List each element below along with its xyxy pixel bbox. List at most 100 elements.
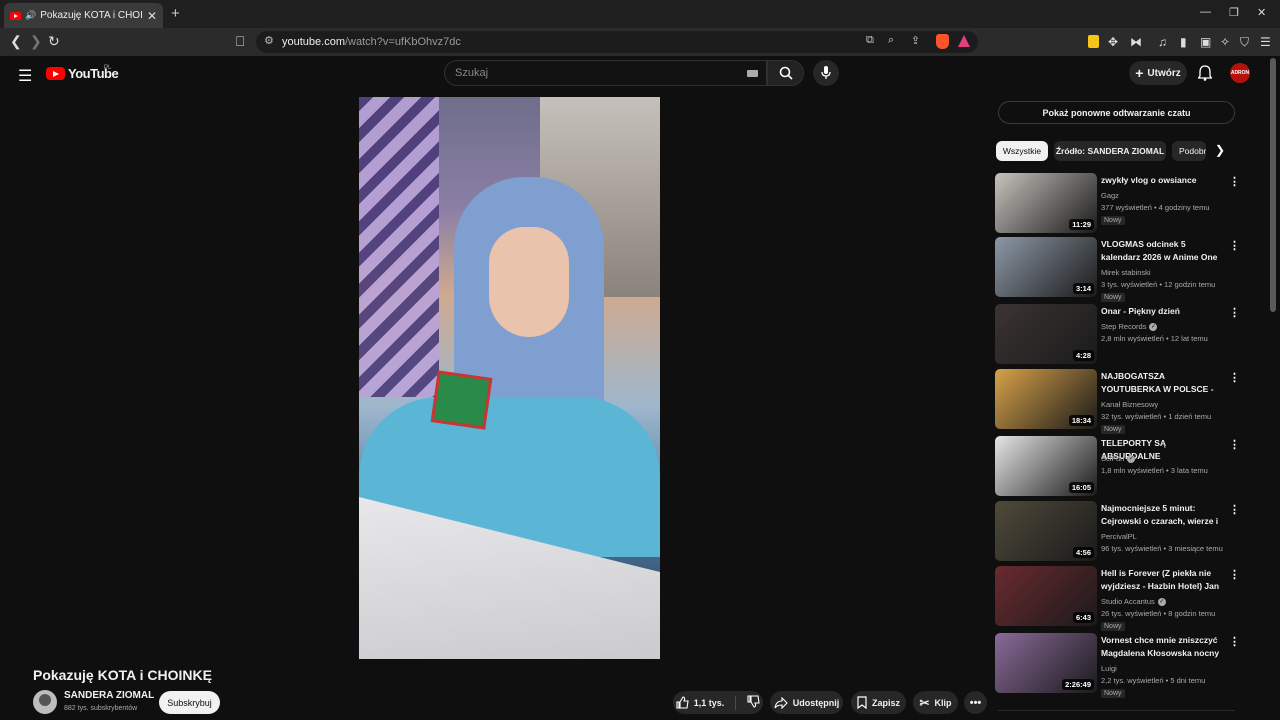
account-avatar[interactable]: ADRON: [1230, 63, 1250, 83]
channel-name[interactable]: Kanał Biznesowy: [1101, 400, 1158, 409]
wallet-icon[interactable]: ▣: [1200, 35, 1211, 49]
channel-name[interactable]: Gagz: [1101, 191, 1119, 200]
voice-search-button[interactable]: [813, 60, 839, 86]
channel-name[interactable]: SciFun ✓: [1101, 454, 1136, 464]
channel-name[interactable]: PercivalPL: [1101, 532, 1137, 541]
leo-ai-icon[interactable]: ✧: [1220, 35, 1230, 49]
site-info-icon[interactable]: ⚙: [264, 34, 274, 47]
recommendation-item[interactable]: 18:34 NAJBOGATSZA YOUTUBERKA W POLSCE - J…: [995, 369, 1240, 434]
reload-icon[interactable]: ↻: [48, 33, 60, 50]
chip-all[interactable]: Wszystkie: [996, 141, 1048, 161]
channel-name-text: Luigi: [1101, 664, 1117, 673]
video-thumbnail[interactable]: 4:56: [995, 501, 1097, 561]
chip-source[interactable]: Źródło: SANDERA ZIOMAL: [1054, 141, 1166, 161]
recommendation-item[interactable]: 3:14 VLOGMAS odcinek 5 kalendarz 2026 w A…: [995, 237, 1240, 302]
video-thumbnail[interactable]: 11:29: [995, 173, 1097, 233]
address-bar[interactable]: ⚙ youtube.com/watch?v=ufKbOhvz7dc ⧉ ⌕ ⇪: [256, 31, 978, 53]
more-vertical-icon[interactable]: ⋮: [1229, 175, 1240, 188]
video-thumbnail[interactable]: 18:34: [995, 369, 1097, 429]
search-input[interactable]: Szukaj: [444, 60, 767, 86]
channel-name[interactable]: Studio Accantus ✓: [1101, 597, 1166, 607]
dislike-button[interactable]: [747, 695, 760, 710]
channel-name[interactable]: Luigi: [1101, 664, 1117, 673]
extension-yellow-icon[interactable]: [1088, 35, 1099, 48]
zoom-icon[interactable]: ⌕: [888, 34, 894, 47]
share-button[interactable]: Udostępnij: [770, 691, 843, 714]
recommendation-item[interactable]: 6:43 Hell is Forever (Z piekła nie wyjdzi…: [995, 566, 1240, 631]
video-title[interactable]: Hell is Forever (Z piekła nie wyjdziesz …: [1101, 567, 1223, 592]
sidebar-icon[interactable]: ▮: [1180, 35, 1187, 49]
video-frame-shape: [489, 227, 569, 337]
maximize-icon[interactable]: ❐: [1229, 6, 1239, 19]
video-title[interactable]: Vornest chce mnie zniszczyć Magdalena Kł…: [1101, 634, 1223, 659]
recommendation-item[interactable]: 4:56 Najmocniejsze 5 minut: Cejrowski o c…: [995, 501, 1240, 561]
new-tab-button[interactable]: +: [171, 5, 180, 22]
channel-name[interactable]: Step Records ✓: [1101, 322, 1158, 332]
video-thumbnail[interactable]: 2:26:49: [995, 633, 1097, 693]
more-vertical-icon[interactable]: ⋮: [1229, 635, 1240, 648]
browser-tab[interactable]: 🔊 Pokazuję KOTA i CHOINKĘ - YouTube ✕: [4, 3, 163, 28]
minimize-icon[interactable]: —: [1200, 6, 1211, 18]
extension-puzzle-icon[interactable]: ✥: [1108, 35, 1118, 49]
recommendation-item[interactable]: 11:29 zwykły vlog o owsiance Gagz 377 wyświ…: [995, 173, 1240, 233]
video-title[interactable]: NAJBOGATSZA YOUTUBERKA W POLSCE - JAK PO…: [1101, 370, 1223, 395]
menu-icon[interactable]: ☰: [1260, 35, 1271, 49]
bookmark-icon[interactable]: ⎕: [236, 33, 244, 50]
recommendation-item[interactable]: 4:28 Onar - Piękny dzień Step Records ✓ 2,8 …: [995, 304, 1240, 364]
chevron-right-icon[interactable]: ❯: [1215, 143, 1225, 157]
keyboard-icon[interactable]: [747, 70, 758, 77]
video-title[interactable]: Najmocniejsze 5 minut: Cejrowski o czara…: [1101, 502, 1223, 527]
search-button[interactable]: [767, 60, 804, 86]
video-thumbnail[interactable]: 16:05: [995, 436, 1097, 496]
video-duration: 11:29: [1069, 219, 1094, 230]
channel-name-text: Step Records: [1101, 322, 1147, 331]
more-vertical-icon[interactable]: ⋮: [1229, 306, 1240, 319]
video-duration: 18:34: [1068, 415, 1094, 426]
more-vertical-icon[interactable]: ⋮: [1229, 438, 1240, 451]
new-badge: Nowy: [1101, 425, 1125, 434]
save-button[interactable]: Zapisz: [851, 691, 906, 714]
url-text[interactable]: youtube.com/watch?v=ufKbOhvz7dc: [282, 36, 461, 48]
open-external-icon[interactable]: ⧉: [866, 34, 874, 47]
like-button[interactable]: 1,1 tys.: [676, 696, 724, 709]
more-actions-button[interactable]: •••: [964, 691, 987, 714]
recommendation-item[interactable]: 16:05TELEPORTY SĄ ABSURDALNESciFun✓1,8 m…: [995, 436, 1240, 496]
vpn-icon[interactable]: ⛉: [1240, 35, 1249, 50]
recommendation-item[interactable]: 2:26:49 Vornest chce mnie zniszczyć Magda…: [995, 633, 1240, 698]
show-chat-replay-button[interactable]: Pokaż ponowne odtwarzanie czatu: [998, 101, 1235, 124]
video-thumbnail[interactable]: 6:43: [995, 566, 1097, 626]
more-vertical-icon[interactable]: ⋮: [1229, 371, 1240, 384]
video-thumbnail[interactable]: 4:28: [995, 304, 1097, 364]
guide-menu-icon[interactable]: ☰: [18, 66, 32, 86]
page-scrollbar[interactable]: [1270, 58, 1276, 312]
video-title[interactable]: Onar - Piękny dzień: [1101, 305, 1223, 318]
audio-playing-icon[interactable]: 🔊: [25, 10, 36, 21]
share-page-icon[interactable]: ⇪: [911, 34, 920, 47]
channel-avatar[interactable]: [33, 690, 57, 714]
close-window-icon[interactable]: ✕: [1257, 6, 1266, 19]
channel-name-text: SciFun: [1101, 454, 1125, 463]
video-title[interactable]: zwykły vlog o owsiance: [1101, 174, 1223, 187]
brave-rewards-icon[interactable]: [958, 35, 970, 47]
forward-icon[interactable]: ❯: [30, 33, 42, 50]
notifications-button[interactable]: [1197, 65, 1213, 86]
channel-name[interactable]: Mirek stabinski: [1101, 268, 1151, 277]
close-tab-icon[interactable]: ✕: [147, 9, 157, 23]
chip-similar[interactable]: Podobne: [1172, 141, 1206, 161]
back-icon[interactable]: ❮: [10, 33, 22, 50]
brave-shields-icon[interactable]: [936, 34, 949, 49]
video-player[interactable]: [359, 97, 660, 659]
media-icon[interactable]: ♫: [1158, 35, 1167, 49]
more-vertical-icon[interactable]: ⋮: [1229, 568, 1240, 581]
video-title[interactable]: VLOGMAS odcinek 5 kalendarz 2026 w Anime…: [1101, 238, 1223, 263]
more-vertical-icon[interactable]: ⋮: [1229, 503, 1240, 516]
create-button[interactable]: + Utwórz: [1129, 61, 1187, 85]
subscribe-button[interactable]: Subskrybuj: [159, 691, 220, 714]
more-vertical-icon[interactable]: ⋮: [1229, 239, 1240, 252]
extensions-icon[interactable]: ⧓: [1130, 35, 1142, 49]
clip-button[interactable]: ✂ Klip: [913, 691, 958, 714]
search-placeholder: Szukaj: [455, 67, 489, 79]
channel-name[interactable]: SANDERA ZIOMAL: [64, 690, 154, 701]
video-thumbnail[interactable]: 3:14: [995, 237, 1097, 297]
video-frame-shape: [359, 97, 439, 397]
